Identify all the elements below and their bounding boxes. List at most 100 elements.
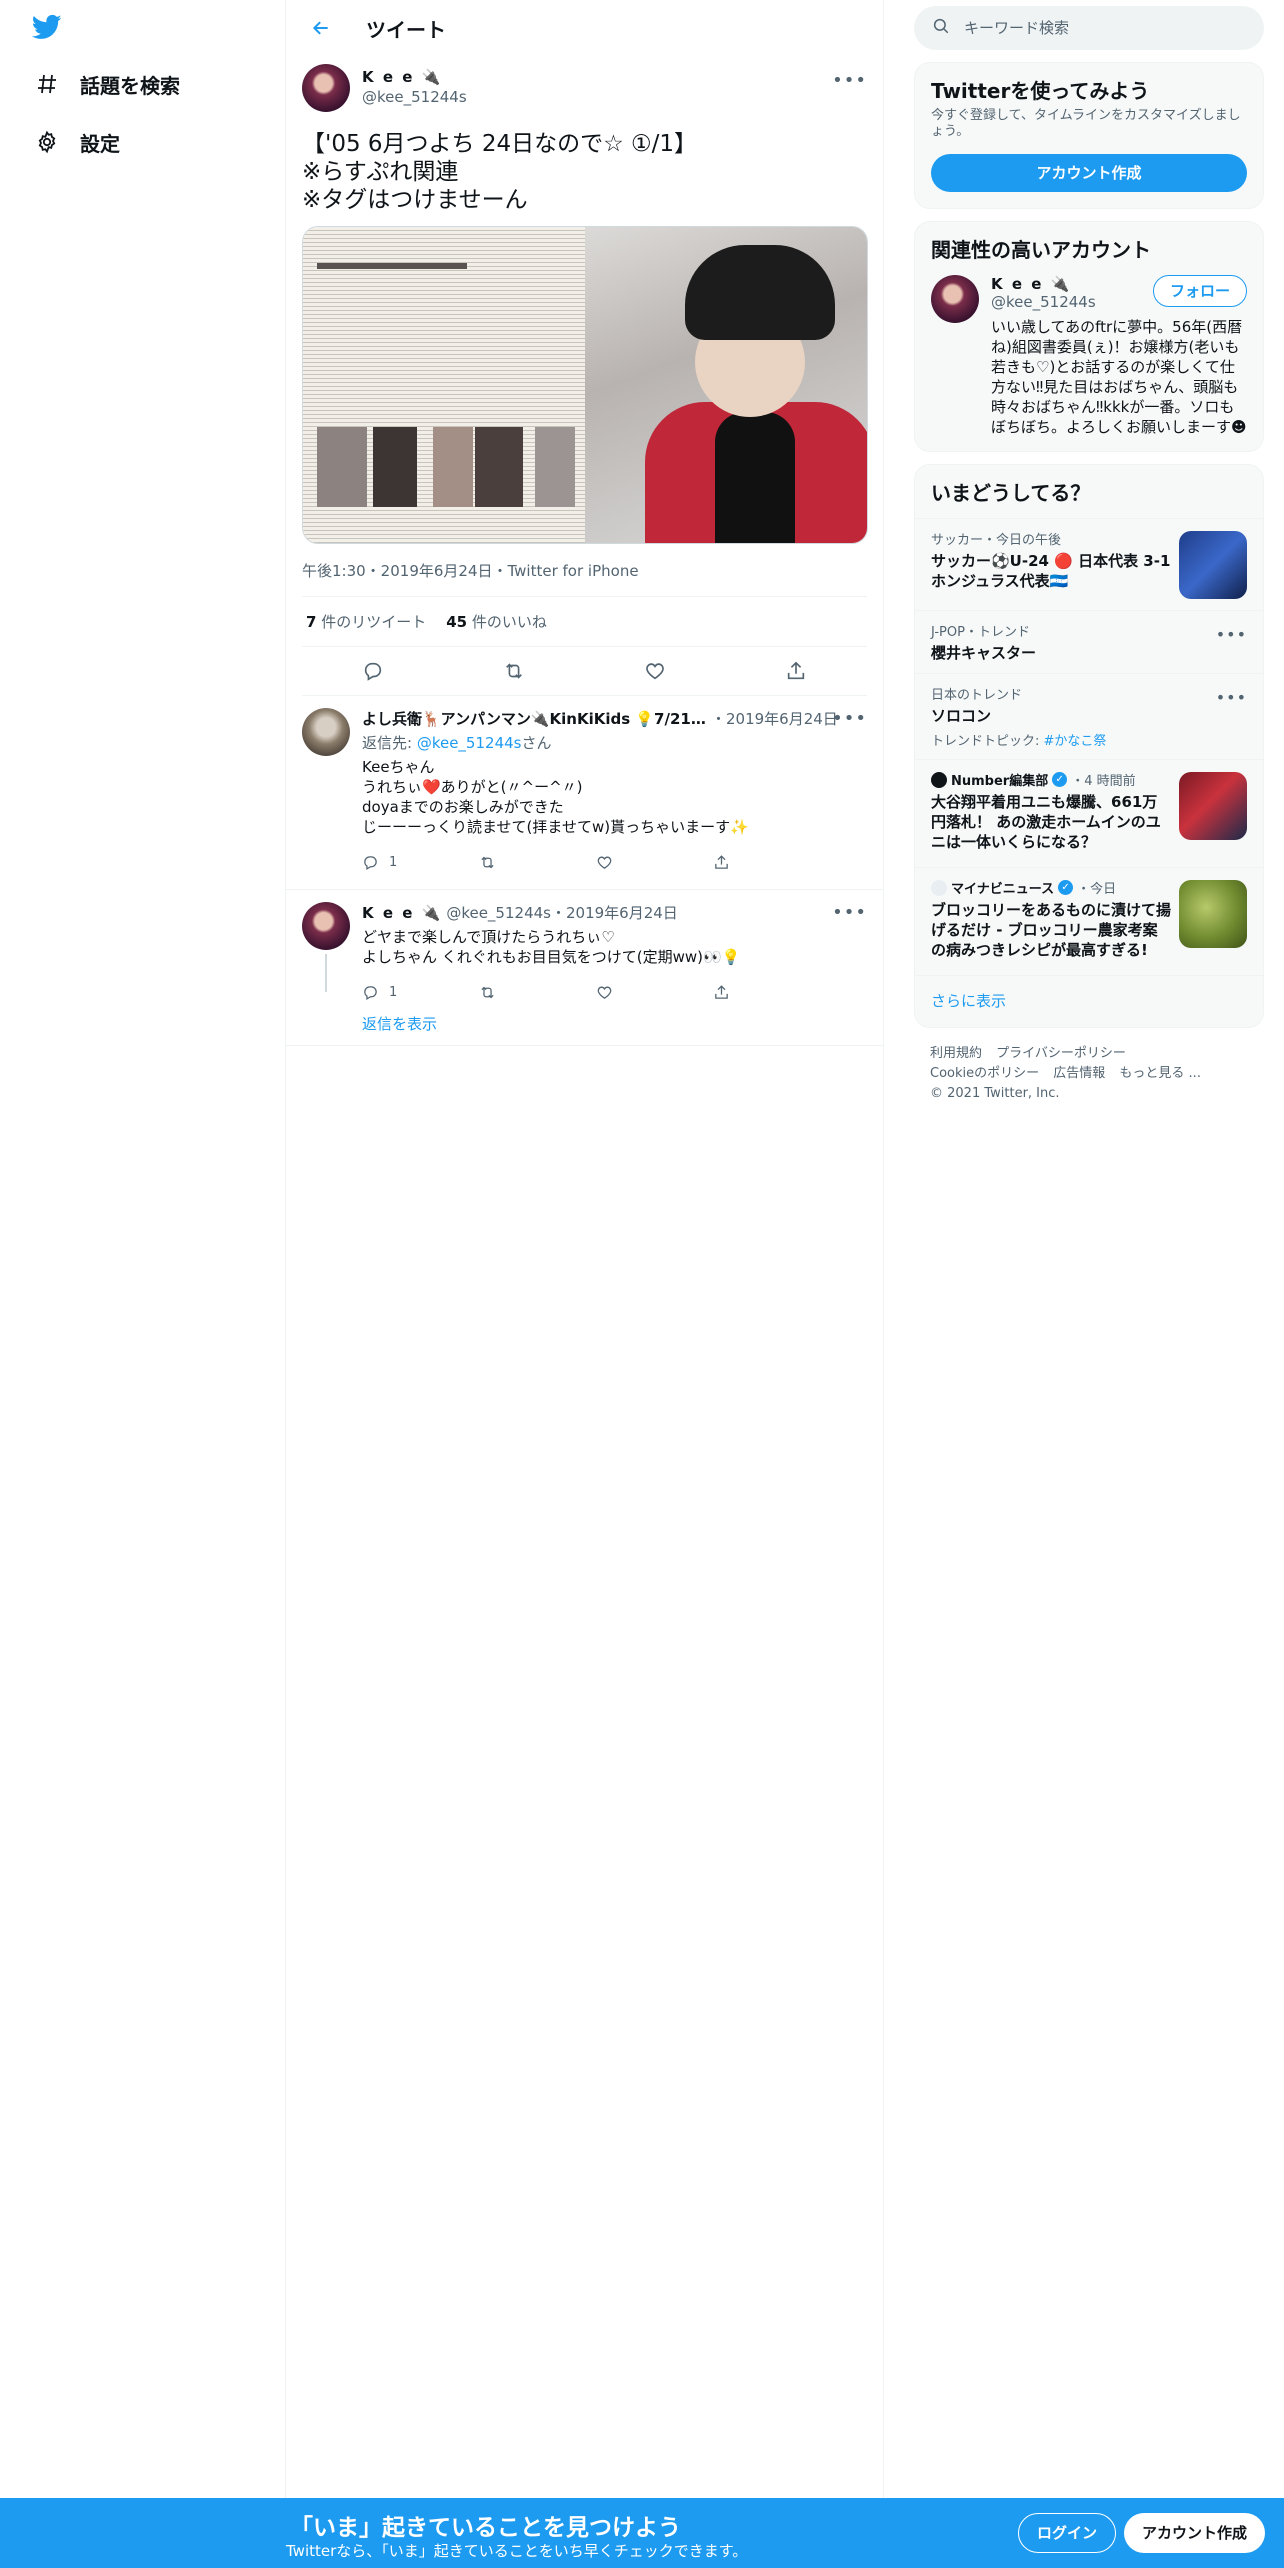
retweet-button[interactable] bbox=[479, 854, 596, 871]
trend-title: サッカー⚽U-24 🔴 日本代表 3-1 ホンジュラス代表🇭🇳 bbox=[931, 552, 1171, 590]
show-more-link[interactable]: さらに表示 bbox=[915, 975, 1263, 1027]
more-options-icon[interactable]: ••• bbox=[832, 902, 867, 923]
avatar[interactable] bbox=[302, 708, 350, 756]
reply-author-name[interactable]: よし兵衛🦌アンパンマン🔌KinKiKids 💡7/21releaseΔ... bbox=[362, 708, 707, 729]
news-source-avatar-icon bbox=[931, 771, 947, 788]
footer-link-ads[interactable]: 広告情報 bbox=[1053, 1066, 1105, 1081]
like-button[interactable] bbox=[596, 984, 713, 1001]
search-input[interactable] bbox=[964, 19, 1224, 37]
reply-icon bbox=[364, 985, 377, 1000]
reply-date[interactable]: ・2019年6月24日 bbox=[711, 708, 838, 729]
related-accounts-title: 関連性の高いアカウント bbox=[931, 238, 1151, 262]
likes-count: 45 bbox=[446, 613, 468, 631]
avatar[interactable] bbox=[302, 902, 350, 950]
show-replies-link[interactable]: 返信を表示 bbox=[286, 1009, 883, 1045]
reply-author-handle[interactable]: @kee_51244s bbox=[446, 904, 551, 922]
signup-card: Twitterを使ってみよう 今すぐ登録して、タイムラインをカスタマイズしましょ… bbox=[914, 62, 1264, 209]
reply-tweet[interactable]: よし兵衛🦌アンパンマン🔌KinKiKids 💡7/21releaseΔ... ・… bbox=[286, 696, 883, 879]
trends-title: いまどうしてる？ bbox=[931, 481, 1091, 505]
share-button[interactable] bbox=[713, 984, 830, 1001]
share-button[interactable] bbox=[713, 854, 830, 871]
like-icon bbox=[597, 856, 612, 869]
focal-tweet: K e e 🔌 @kee_51244s ••• 【'05 6月つよち 24日なの… bbox=[286, 56, 883, 696]
author-handle[interactable]: @kee_51244s bbox=[362, 88, 467, 106]
news-time: ・4 時間前 bbox=[1071, 774, 1136, 789]
news-item[interactable]: マイナビニュース ✓ ・今日 ブロッコリーをあるものに漬けて揚げるだけ - ブロ… bbox=[915, 867, 1263, 975]
trend-item[interactable]: 日本のトレンド ソロコン トレンドトピック: #かなこ祭 ••• bbox=[915, 673, 1263, 759]
trend-thumbnail-image bbox=[1179, 531, 1247, 599]
more-options-icon[interactable]: ••• bbox=[832, 708, 867, 729]
trend-item[interactable]: J-POP・トレンド 櫻井キャスター ••• bbox=[915, 610, 1263, 673]
twitter-logo-icon[interactable] bbox=[30, 12, 64, 42]
trend-topic-link[interactable]: #かなこ祭 bbox=[1044, 734, 1107, 749]
reply-to-suffix: さん bbox=[521, 734, 552, 752]
signup-card-subtitle: 今すぐ登録して、タイムラインをカスタマイズしましょう。 bbox=[931, 108, 1241, 139]
news-source: マイナビニュース bbox=[951, 882, 1055, 897]
likes-label: 件のいいね bbox=[471, 613, 547, 631]
bottom-bar-subtitle: Twitterなら、「いま」起きていることをいち早くチェックできます。 bbox=[286, 2542, 748, 2560]
retweet-button[interactable] bbox=[479, 984, 596, 1001]
footer: 利用規約 プライバシーポリシー Cookieのポリシー 広告情報 もっと見る .… bbox=[914, 1028, 1264, 1104]
trend-title: 櫻井キャスター bbox=[931, 644, 1037, 662]
share-icon bbox=[715, 854, 728, 869]
create-account-button[interactable]: アカウント作成 bbox=[931, 154, 1247, 192]
reply-to-handle[interactable]: @kee_51244s bbox=[417, 734, 522, 752]
footer-link-cookies[interactable]: Cookieのポリシー bbox=[930, 1066, 1039, 1081]
news-time: ・今日 bbox=[1077, 882, 1117, 897]
reply-date[interactable]: ・2019年6月24日 bbox=[551, 902, 678, 923]
reply-button[interactable]: 1 bbox=[362, 854, 479, 871]
tweet-media-image[interactable] bbox=[302, 226, 868, 544]
retweets-stat[interactable]: 7 件のリツイート bbox=[306, 611, 426, 632]
magazine-page-image bbox=[303, 227, 585, 543]
avatar[interactable] bbox=[302, 64, 350, 112]
more-options-icon[interactable]: ••• bbox=[1216, 625, 1247, 644]
reply-icon[interactable] bbox=[354, 652, 392, 690]
back-arrow-icon[interactable] bbox=[306, 13, 336, 43]
footer-link-privacy[interactable]: プライバシーポリシー bbox=[996, 1046, 1126, 1061]
trends-card: いまどうしてる？ サッカー・今日の午後 サッカー⚽U-24 🔴 日本代表 3-1… bbox=[914, 464, 1264, 1028]
gear-icon bbox=[34, 129, 60, 155]
share-icon bbox=[715, 984, 728, 999]
share-icon[interactable] bbox=[777, 652, 815, 690]
hashtag-icon bbox=[34, 71, 60, 97]
reply-count: 1 bbox=[389, 854, 398, 870]
reply-count: 1 bbox=[389, 984, 398, 1000]
footer-link-terms[interactable]: 利用規約 bbox=[930, 1046, 982, 1061]
reply-to-line: 返信先: @kee_51244sさん bbox=[362, 732, 867, 753]
reply-button[interactable]: 1 bbox=[362, 984, 479, 1001]
related-account[interactable]: K e e 🔌 @kee_51244s いい歳してあのftrに夢中。56年(西暦… bbox=[915, 263, 1263, 451]
bottom-bar-title: 「いま」起きていることを見つけよう bbox=[290, 2515, 681, 2541]
nav-explore-label: 話題を検索 bbox=[80, 73, 180, 98]
likes-stat[interactable]: 45 件のいいね bbox=[446, 611, 547, 632]
like-button[interactable] bbox=[596, 854, 713, 871]
login-button[interactable]: ログイン bbox=[1018, 2513, 1117, 2553]
more-options-icon[interactable]: ••• bbox=[832, 70, 867, 91]
reply-icon bbox=[364, 855, 377, 870]
footer-link-more[interactable]: もっと見る ... bbox=[1119, 1066, 1201, 1081]
search-icon bbox=[932, 17, 950, 39]
reply-author-name[interactable]: K e e 🔌 bbox=[362, 904, 442, 922]
page-header: ツイート bbox=[286, 0, 883, 56]
trend-item[interactable]: サッカー・今日の午後 サッカー⚽U-24 🔴 日本代表 3-1 ホンジュラス代表… bbox=[915, 518, 1263, 610]
author-name[interactable]: K e e 🔌 bbox=[362, 68, 467, 86]
page-title: ツイート bbox=[366, 17, 446, 42]
more-options-icon[interactable]: ••• bbox=[1216, 688, 1247, 707]
like-icon[interactable] bbox=[636, 652, 674, 690]
reply-tweet[interactable]: K e e 🔌 @kee_51244s ・2019年6月24日 どヤまで楽しんで… bbox=[286, 890, 883, 1009]
nav-explore[interactable]: 話題を検索 bbox=[34, 64, 180, 104]
tweet-timestamp[interactable]: 午後1:30・2019年6月24日・Twitter for iPhone bbox=[302, 560, 867, 580]
nav-settings[interactable]: 設定 bbox=[34, 122, 120, 162]
retweet-icon[interactable] bbox=[495, 652, 533, 690]
portrait-photo-image bbox=[585, 227, 867, 543]
reply-text: どヤまで楽しんで頂けたらうれちぃ♡ よしちゃん くれぐれもお目目気をつけて(定期… bbox=[362, 928, 741, 966]
news-item[interactable]: Number編集部 ✓ ・4 時間前 大谷翔平着用ユニも爆騰、661万円落札！ … bbox=[915, 759, 1263, 867]
avatar[interactable] bbox=[931, 275, 979, 323]
signup-card-title: Twitterを使ってみよう bbox=[931, 79, 1150, 103]
follow-button[interactable]: フォロー bbox=[1152, 275, 1247, 307]
trend-context: J-POP・トレンド bbox=[931, 625, 1030, 640]
tweet-stats: 7 件のリツイート 45 件のいいね bbox=[302, 596, 867, 646]
signup-button[interactable]: アカウント作成 bbox=[1124, 2513, 1266, 2553]
nav-settings-label: 設定 bbox=[80, 131, 120, 156]
trend-topic: トレンドトピック: #かなこ祭 bbox=[931, 730, 1247, 749]
search-box[interactable] bbox=[914, 6, 1264, 50]
